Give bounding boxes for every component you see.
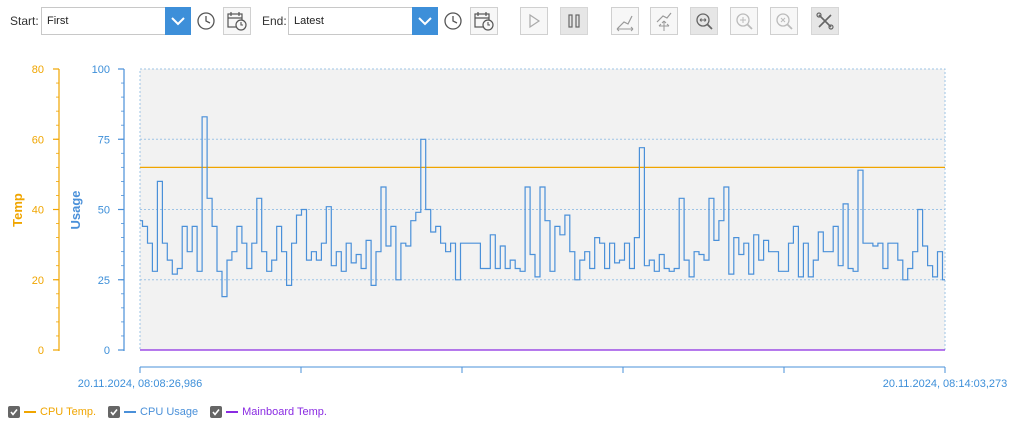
usage-tick-label: 75 — [98, 134, 110, 146]
legend-item-cpu-usage[interactable]: CPU Usage — [108, 406, 198, 418]
check-icon — [10, 409, 18, 416]
usage-tick-label: 50 — [98, 205, 110, 217]
legend: CPU Temp. CPU Usage Mainboard Temp. — [8, 404, 339, 420]
usage-axis-ticks: 0 25 50 75 100 — [92, 64, 124, 357]
check-icon — [110, 409, 118, 416]
legend-swatch-mainboard-temp — [226, 411, 239, 413]
temp-axis-label: Temp — [10, 193, 25, 227]
checkbox-cpu-usage[interactable] — [108, 406, 121, 418]
temp-tick-label: 40 — [32, 205, 44, 217]
legend-swatch-cpu-usage — [124, 411, 137, 413]
x-axis-ticks — [139, 367, 946, 373]
legend-label-cpu-usage: CPU Usage — [140, 406, 199, 418]
legend-swatch-cpu-temp — [24, 411, 36, 413]
x-start-label: 20.11.2024, 08:08:26,986 — [78, 378, 203, 390]
legend-item-cpu-temp[interactable]: CPU Temp. — [8, 406, 96, 418]
chart: 0 20 40 60 80 Temp 0 25 50 75 100 Usage 20.11.20… — [10, 64, 1008, 390]
temp-axis-ticks: 0 20 40 60 80 — [32, 64, 59, 357]
temp-tick-label: 80 — [32, 64, 44, 76]
temp-tick-label: 0 — [38, 345, 44, 357]
legend-label-mainboard-temp: Mainboard Temp. — [242, 406, 327, 418]
checkbox-cpu-temp[interactable] — [8, 406, 20, 418]
usage-tick-label: 100 — [92, 64, 110, 76]
x-end-label: 20.11.2024, 08:14:03,273 — [883, 378, 1008, 390]
legend-item-mainboard-temp[interactable]: Mainboard Temp. — [210, 406, 327, 418]
check-icon — [212, 409, 220, 416]
temp-tick-label: 20 — [32, 275, 44, 287]
temp-tick-label: 60 — [32, 134, 44, 146]
usage-tick-label: 0 — [104, 345, 110, 357]
usage-tick-label: 25 — [98, 275, 110, 287]
legend-label-cpu-temp: CPU Temp. — [40, 406, 97, 418]
checkbox-mainboard-temp[interactable] — [210, 406, 223, 418]
usage-axis-label: Usage — [68, 190, 83, 229]
